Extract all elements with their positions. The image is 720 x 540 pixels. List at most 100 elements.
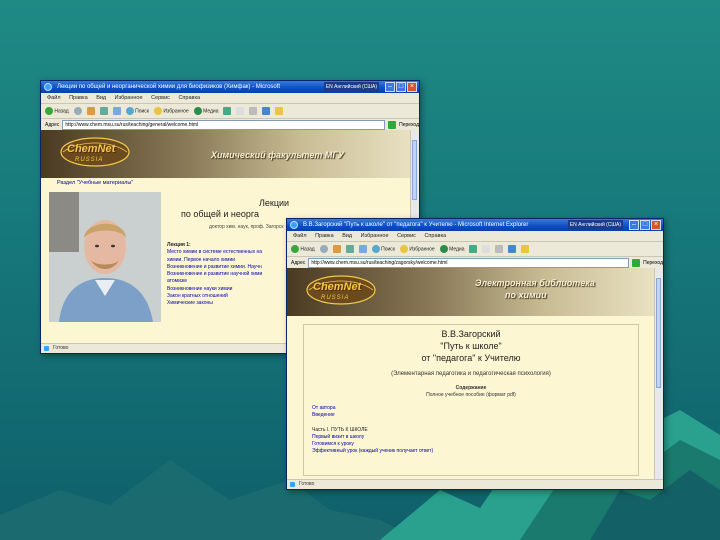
menu-view[interactable]: Вид — [96, 95, 106, 101]
maximize-button[interactable]: □ — [396, 82, 406, 92]
history-icon[interactable] — [469, 245, 478, 253]
go-arrow-icon[interactable] — [632, 258, 641, 267]
author-portrait-graphic — [49, 192, 161, 322]
media-button[interactable]: Медиа — [439, 245, 465, 253]
go-arrow-icon[interactable] — [388, 120, 397, 129]
favorites-button[interactable]: Избранное — [399, 245, 435, 253]
star-icon — [399, 245, 408, 253]
home-icon[interactable] — [112, 107, 121, 115]
maximize-button[interactable]: □ — [640, 220, 650, 230]
favorites-label: Избранное — [163, 108, 189, 115]
book-link[interactable]: Введение — [312, 412, 335, 419]
lecture-link[interactable]: Возникновение науки химии — [167, 286, 262, 293]
address-input[interactable]: http://www.chem.msu.su/rus/teaching/gene… — [62, 119, 386, 130]
minimize-button[interactable]: – — [385, 82, 395, 92]
close-button[interactable]: × — [407, 82, 417, 92]
browser-window-electronic-library[interactable]: В.В.Загорский "Путь к школе" от "педагог… — [286, 218, 664, 490]
book-link[interactable]: От автора — [312, 405, 335, 412]
section-link[interactable]: Раздел "Учебные материалы" — [57, 180, 133, 186]
status-text: Готово — [299, 481, 315, 487]
lecture-link[interactable]: Возникновение и развитие научной хими — [167, 271, 262, 278]
scrollbar-thumb[interactable] — [412, 140, 417, 200]
go-label[interactable]: Переход — [399, 122, 419, 128]
menu-edit[interactable]: Правка — [69, 95, 88, 101]
print-icon[interactable] — [495, 245, 504, 253]
media-label: Медиа — [203, 108, 219, 115]
back-arrow-icon — [291, 245, 299, 253]
logo-subtext: RUSSIA — [321, 295, 350, 301]
stop-icon[interactable] — [86, 107, 95, 115]
lecture-link[interactable]: Химические законы — [167, 300, 262, 307]
back-button[interactable]: Назад — [291, 245, 315, 253]
home-icon[interactable] — [358, 245, 367, 253]
page-status-icon — [44, 346, 49, 351]
edit-icon[interactable] — [262, 107, 271, 115]
menu-edit[interactable]: Правка — [315, 233, 334, 239]
refresh-icon[interactable] — [99, 107, 108, 115]
menu-file[interactable]: Файл — [47, 95, 61, 101]
page-status-icon — [290, 482, 295, 487]
language-indicator[interactable]: EN Английский (США) — [323, 82, 379, 92]
back-button[interactable]: Назад — [45, 107, 69, 115]
folder-icon[interactable] — [521, 245, 530, 253]
history-icon[interactable] — [223, 107, 232, 115]
banner-title: Химический факультет МГУ — [211, 150, 344, 160]
book-link[interactable]: Готовимся к уроку — [312, 441, 433, 448]
contents-header: Содержание — [455, 385, 487, 391]
book-title-line2: от "педагога" к Учителю — [421, 353, 521, 363]
scrollbar-thumb[interactable] — [656, 278, 661, 388]
lecture-header: Лекция 1: — [167, 242, 191, 248]
menu-help[interactable]: Справка — [178, 95, 200, 101]
menu-favorites[interactable]: Избранное — [115, 95, 143, 101]
author-credentials: доктор хим. наук, проф. Загорск — [209, 224, 284, 230]
lecture-link[interactable]: Место химии в системе естественных на — [167, 249, 262, 256]
window-title: В.В.Загорский "Путь к школе" от "педагог… — [303, 222, 529, 228]
address-input[interactable]: http://www.chem.msu.su/rus/teaching/zago… — [308, 257, 630, 268]
book-link[interactable]: Эффективный урок (каждый ученик получает… — [312, 448, 433, 455]
page-content: ChemNet RUSSIA Электронная библиотека по… — [287, 268, 655, 480]
language-indicator[interactable]: EN Английский (США) — [567, 220, 623, 230]
mail-icon[interactable] — [236, 107, 245, 115]
go-label[interactable]: Переход — [643, 260, 663, 266]
lecture-link[interactable]: Закон кратных отношений — [167, 293, 262, 300]
print-icon[interactable] — [249, 107, 258, 115]
media-button[interactable]: Медиа — [193, 107, 219, 115]
window-title-bar[interactable]: Лекции по общей и неорганической химии д… — [41, 81, 419, 93]
intro-links: От автора Введение — [312, 405, 335, 419]
stop-icon[interactable] — [332, 245, 341, 253]
refresh-icon[interactable] — [345, 245, 354, 253]
book-author: В.В.Загорский — [441, 329, 501, 339]
menu-help[interactable]: Справка — [424, 233, 446, 239]
search-label: Поиск — [135, 108, 149, 115]
vertical-scrollbar[interactable] — [654, 268, 663, 480]
minimize-button[interactable]: – — [629, 220, 639, 230]
toolbar: Назад Поиск Избранное Медиа — [287, 242, 663, 257]
back-arrow-icon — [45, 107, 53, 115]
search-button[interactable]: Поиск — [371, 245, 395, 253]
menu-view[interactable]: Вид — [342, 233, 352, 239]
menu-bar: Файл Правка Вид Избранное Сервис Справка — [41, 93, 419, 104]
favorites-button[interactable]: Избранное — [153, 107, 189, 115]
search-button[interactable]: Поиск — [125, 107, 149, 115]
close-button[interactable]: × — [651, 220, 661, 230]
site-banner: ChemNet RUSSIA Химический факультет МГУ — [41, 130, 411, 178]
media-icon — [193, 107, 202, 115]
mail-icon[interactable] — [482, 245, 491, 253]
forward-arrow-icon[interactable] — [319, 245, 328, 253]
edit-icon[interactable] — [508, 245, 517, 253]
status-text: Готово — [53, 345, 69, 351]
lecture-link[interactable]: атомизм — [167, 278, 262, 285]
contents-note: Полное учебное пособие (формат pdf) — [426, 392, 516, 398]
forward-arrow-icon[interactable] — [73, 107, 82, 115]
menu-tools[interactable]: Сервис — [151, 95, 170, 101]
book-link[interactable]: Первый визит в школу — [312, 434, 433, 441]
menu-favorites[interactable]: Избранное — [361, 233, 389, 239]
part-header: Часть I. ПУТЬ К ШКОЛЕ — [312, 427, 368, 433]
search-icon — [125, 107, 134, 115]
menu-tools[interactable]: Сервис — [397, 233, 416, 239]
window-title-bar[interactable]: В.В.Загорский "Путь к школе" от "педагог… — [287, 219, 663, 231]
menu-file[interactable]: Файл — [293, 233, 307, 239]
folder-icon[interactable] — [275, 107, 284, 115]
lecture-link[interactable]: химии. Первое начало химии — [167, 257, 262, 264]
media-label: Медиа — [449, 246, 465, 253]
